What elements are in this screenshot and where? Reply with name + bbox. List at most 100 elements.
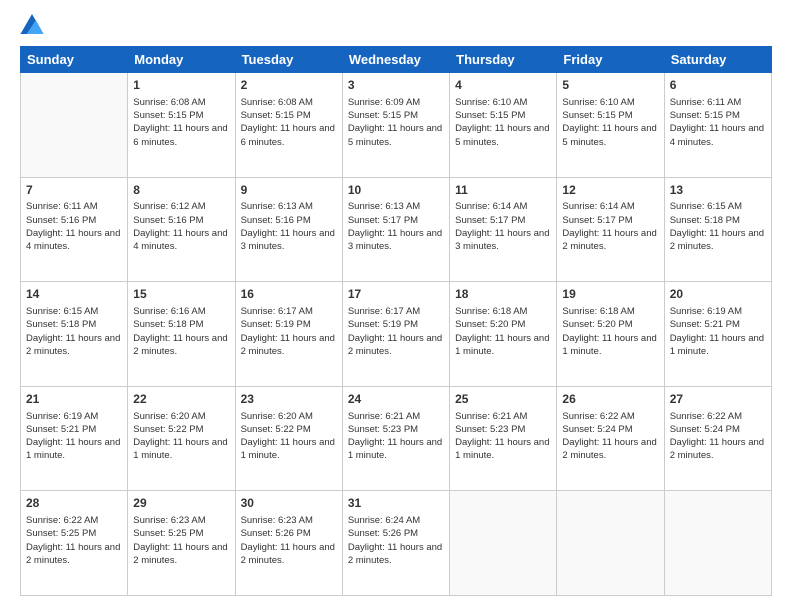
calendar-day-header: Friday [557,47,664,73]
day-number: 14 [26,286,122,303]
calendar-cell: 4 Sunrise: 6:10 AM Sunset: 5:15 PM Daylig… [450,73,557,178]
day-number: 30 [241,495,337,512]
calendar-cell: 2 Sunrise: 6:08 AM Sunset: 5:15 PM Daylig… [235,73,342,178]
calendar-week-row: 1 Sunrise: 6:08 AM Sunset: 5:15 PM Daylig… [21,73,772,178]
day-number: 23 [241,391,337,408]
calendar-cell: 20 Sunrise: 6:19 AM Sunset: 5:21 PM Dayli… [664,282,771,387]
calendar-cell: 26 Sunrise: 6:22 AM Sunset: 5:24 PM Dayli… [557,386,664,491]
cell-info: Sunrise: 6:13 AM Sunset: 5:17 PM Dayligh… [348,200,444,253]
calendar-cell [557,491,664,596]
header [20,16,772,36]
cell-info: Sunrise: 6:10 AM Sunset: 5:15 PM Dayligh… [455,96,551,149]
day-number: 8 [133,182,229,199]
calendar-cell: 8Sunrise: 6:12 AM Sunset: 5:16 PM Daylig… [128,177,235,282]
calendar-cell: 30 Sunrise: 6:23 AM Sunset: 5:26 PM Dayli… [235,491,342,596]
calendar-week-row: 14 Sunrise: 6:15 AM Sunset: 5:18 PM Dayli… [21,282,772,387]
cell-info: Sunrise: 6:21 AM Sunset: 5:23 PM Dayligh… [455,410,551,463]
calendar-cell [450,491,557,596]
day-number: 17 [348,286,444,303]
day-number: 26 [562,391,658,408]
cell-info: Sunrise: 6:22 AM Sunset: 5:24 PM Dayligh… [562,410,658,463]
day-number: 22 [133,391,229,408]
cell-info: Sunrise: 6:24 AM Sunset: 5:26 PM Dayligh… [348,514,444,567]
calendar-cell: 7Sunrise: 6:11 AM Sunset: 5:16 PM Daylig… [21,177,128,282]
calendar-cell: 22 Sunrise: 6:20 AM Sunset: 5:22 PM Dayli… [128,386,235,491]
day-number: 13 [670,182,766,199]
cell-info: Sunrise: 6:13 AM Sunset: 5:16 PM Dayligh… [241,200,337,253]
calendar-day-header: Saturday [664,47,771,73]
day-number: 25 [455,391,551,408]
day-number: 18 [455,286,551,303]
day-number: 15 [133,286,229,303]
day-number: 2 [241,77,337,94]
cell-info: Sunrise: 6:19 AM Sunset: 5:21 PM Dayligh… [670,305,766,358]
cell-info: Sunrise: 6:16 AM Sunset: 5:18 PM Dayligh… [133,305,229,358]
day-number: 27 [670,391,766,408]
page: SundayMondayTuesdayWednesdayThursdayFrid… [0,0,792,612]
day-number: 10 [348,182,444,199]
calendar-cell: 19Sunrise: 6:18 AM Sunset: 5:20 PM Dayli… [557,282,664,387]
calendar-cell: 9Sunrise: 6:13 AM Sunset: 5:16 PM Daylig… [235,177,342,282]
cell-info: Sunrise: 6:11 AM Sunset: 5:16 PM Dayligh… [26,200,122,253]
day-number: 16 [241,286,337,303]
cell-info: Sunrise: 6:20 AM Sunset: 5:22 PM Dayligh… [133,410,229,463]
calendar-cell: 23Sunrise: 6:20 AM Sunset: 5:22 PM Dayli… [235,386,342,491]
day-number: 5 [562,77,658,94]
cell-info: Sunrise: 6:17 AM Sunset: 5:19 PM Dayligh… [241,305,337,358]
calendar-week-row: 21 Sunrise: 6:19 AM Sunset: 5:21 PM Dayli… [21,386,772,491]
day-number: 21 [26,391,122,408]
day-number: 6 [670,77,766,94]
day-number: 11 [455,182,551,199]
calendar-cell: 21 Sunrise: 6:19 AM Sunset: 5:21 PM Dayli… [21,386,128,491]
cell-info: Sunrise: 6:23 AM Sunset: 5:26 PM Dayligh… [241,514,337,567]
calendar-cell: 18 Sunrise: 6:18 AM Sunset: 5:20 PM Dayli… [450,282,557,387]
day-number: 20 [670,286,766,303]
calendar-cell [664,491,771,596]
calendar-cell: 16 Sunrise: 6:17 AM Sunset: 5:19 PM Dayli… [235,282,342,387]
day-number: 24 [348,391,444,408]
day-number: 29 [133,495,229,512]
calendar-cell: 29 Sunrise: 6:23 AM Sunset: 5:25 PM Dayli… [128,491,235,596]
calendar-cell: 27 Sunrise: 6:22 AM Sunset: 5:24 PM Dayli… [664,386,771,491]
cell-info: Sunrise: 6:08 AM Sunset: 5:15 PM Dayligh… [133,96,229,149]
calendar-cell: 31 Sunrise: 6:24 AM Sunset: 5:26 PM Dayli… [342,491,449,596]
cell-info: Sunrise: 6:15 AM Sunset: 5:18 PM Dayligh… [26,305,122,358]
day-number: 4 [455,77,551,94]
day-number: 1 [133,77,229,94]
cell-info: Sunrise: 6:21 AM Sunset: 5:23 PM Dayligh… [348,410,444,463]
cell-info: Sunrise: 6:18 AM Sunset: 5:20 PM Dayligh… [455,305,551,358]
calendar-table: SundayMondayTuesdayWednesdayThursdayFrid… [20,46,772,596]
logo-icon [20,14,44,34]
calendar-day-header: Thursday [450,47,557,73]
calendar-cell [21,73,128,178]
cell-info: Sunrise: 6:15 AM Sunset: 5:18 PM Dayligh… [670,200,766,253]
cell-info: Sunrise: 6:11 AM Sunset: 5:15 PM Dayligh… [670,96,766,149]
calendar-day-header: Sunday [21,47,128,73]
calendar-cell: 3Sunrise: 6:09 AM Sunset: 5:15 PM Daylig… [342,73,449,178]
cell-info: Sunrise: 6:23 AM Sunset: 5:25 PM Dayligh… [133,514,229,567]
day-number: 12 [562,182,658,199]
calendar-cell: 12Sunrise: 6:14 AM Sunset: 5:17 PM Dayli… [557,177,664,282]
calendar-cell: 1 Sunrise: 6:08 AM Sunset: 5:15 PM Daylig… [128,73,235,178]
cell-info: Sunrise: 6:10 AM Sunset: 5:15 PM Dayligh… [562,96,658,149]
calendar-cell: 28 Sunrise: 6:22 AM Sunset: 5:25 PM Dayli… [21,491,128,596]
day-number: 28 [26,495,122,512]
cell-info: Sunrise: 6:22 AM Sunset: 5:24 PM Dayligh… [670,410,766,463]
calendar-cell: 14 Sunrise: 6:15 AM Sunset: 5:18 PM Dayli… [21,282,128,387]
calendar-cell: 11Sunrise: 6:14 AM Sunset: 5:17 PM Dayli… [450,177,557,282]
calendar-cell: 6 Sunrise: 6:11 AM Sunset: 5:15 PM Daylig… [664,73,771,178]
calendar-cell: 13Sunrise: 6:15 AM Sunset: 5:18 PM Dayli… [664,177,771,282]
calendar-day-header: Tuesday [235,47,342,73]
calendar-cell: 25 Sunrise: 6:21 AM Sunset: 5:23 PM Dayli… [450,386,557,491]
calendar-cell: 15 Sunrise: 6:16 AM Sunset: 5:18 PM Dayli… [128,282,235,387]
day-number: 31 [348,495,444,512]
day-number: 9 [241,182,337,199]
cell-info: Sunrise: 6:08 AM Sunset: 5:15 PM Dayligh… [241,96,337,149]
calendar-header-row: SundayMondayTuesdayWednesdayThursdayFrid… [21,47,772,73]
calendar-cell: 24 Sunrise: 6:21 AM Sunset: 5:23 PM Dayli… [342,386,449,491]
cell-info: Sunrise: 6:19 AM Sunset: 5:21 PM Dayligh… [26,410,122,463]
cell-info: Sunrise: 6:22 AM Sunset: 5:25 PM Dayligh… [26,514,122,567]
calendar-cell: 10Sunrise: 6:13 AM Sunset: 5:17 PM Dayli… [342,177,449,282]
cell-info: Sunrise: 6:17 AM Sunset: 5:19 PM Dayligh… [348,305,444,358]
calendar-week-row: 28 Sunrise: 6:22 AM Sunset: 5:25 PM Dayli… [21,491,772,596]
